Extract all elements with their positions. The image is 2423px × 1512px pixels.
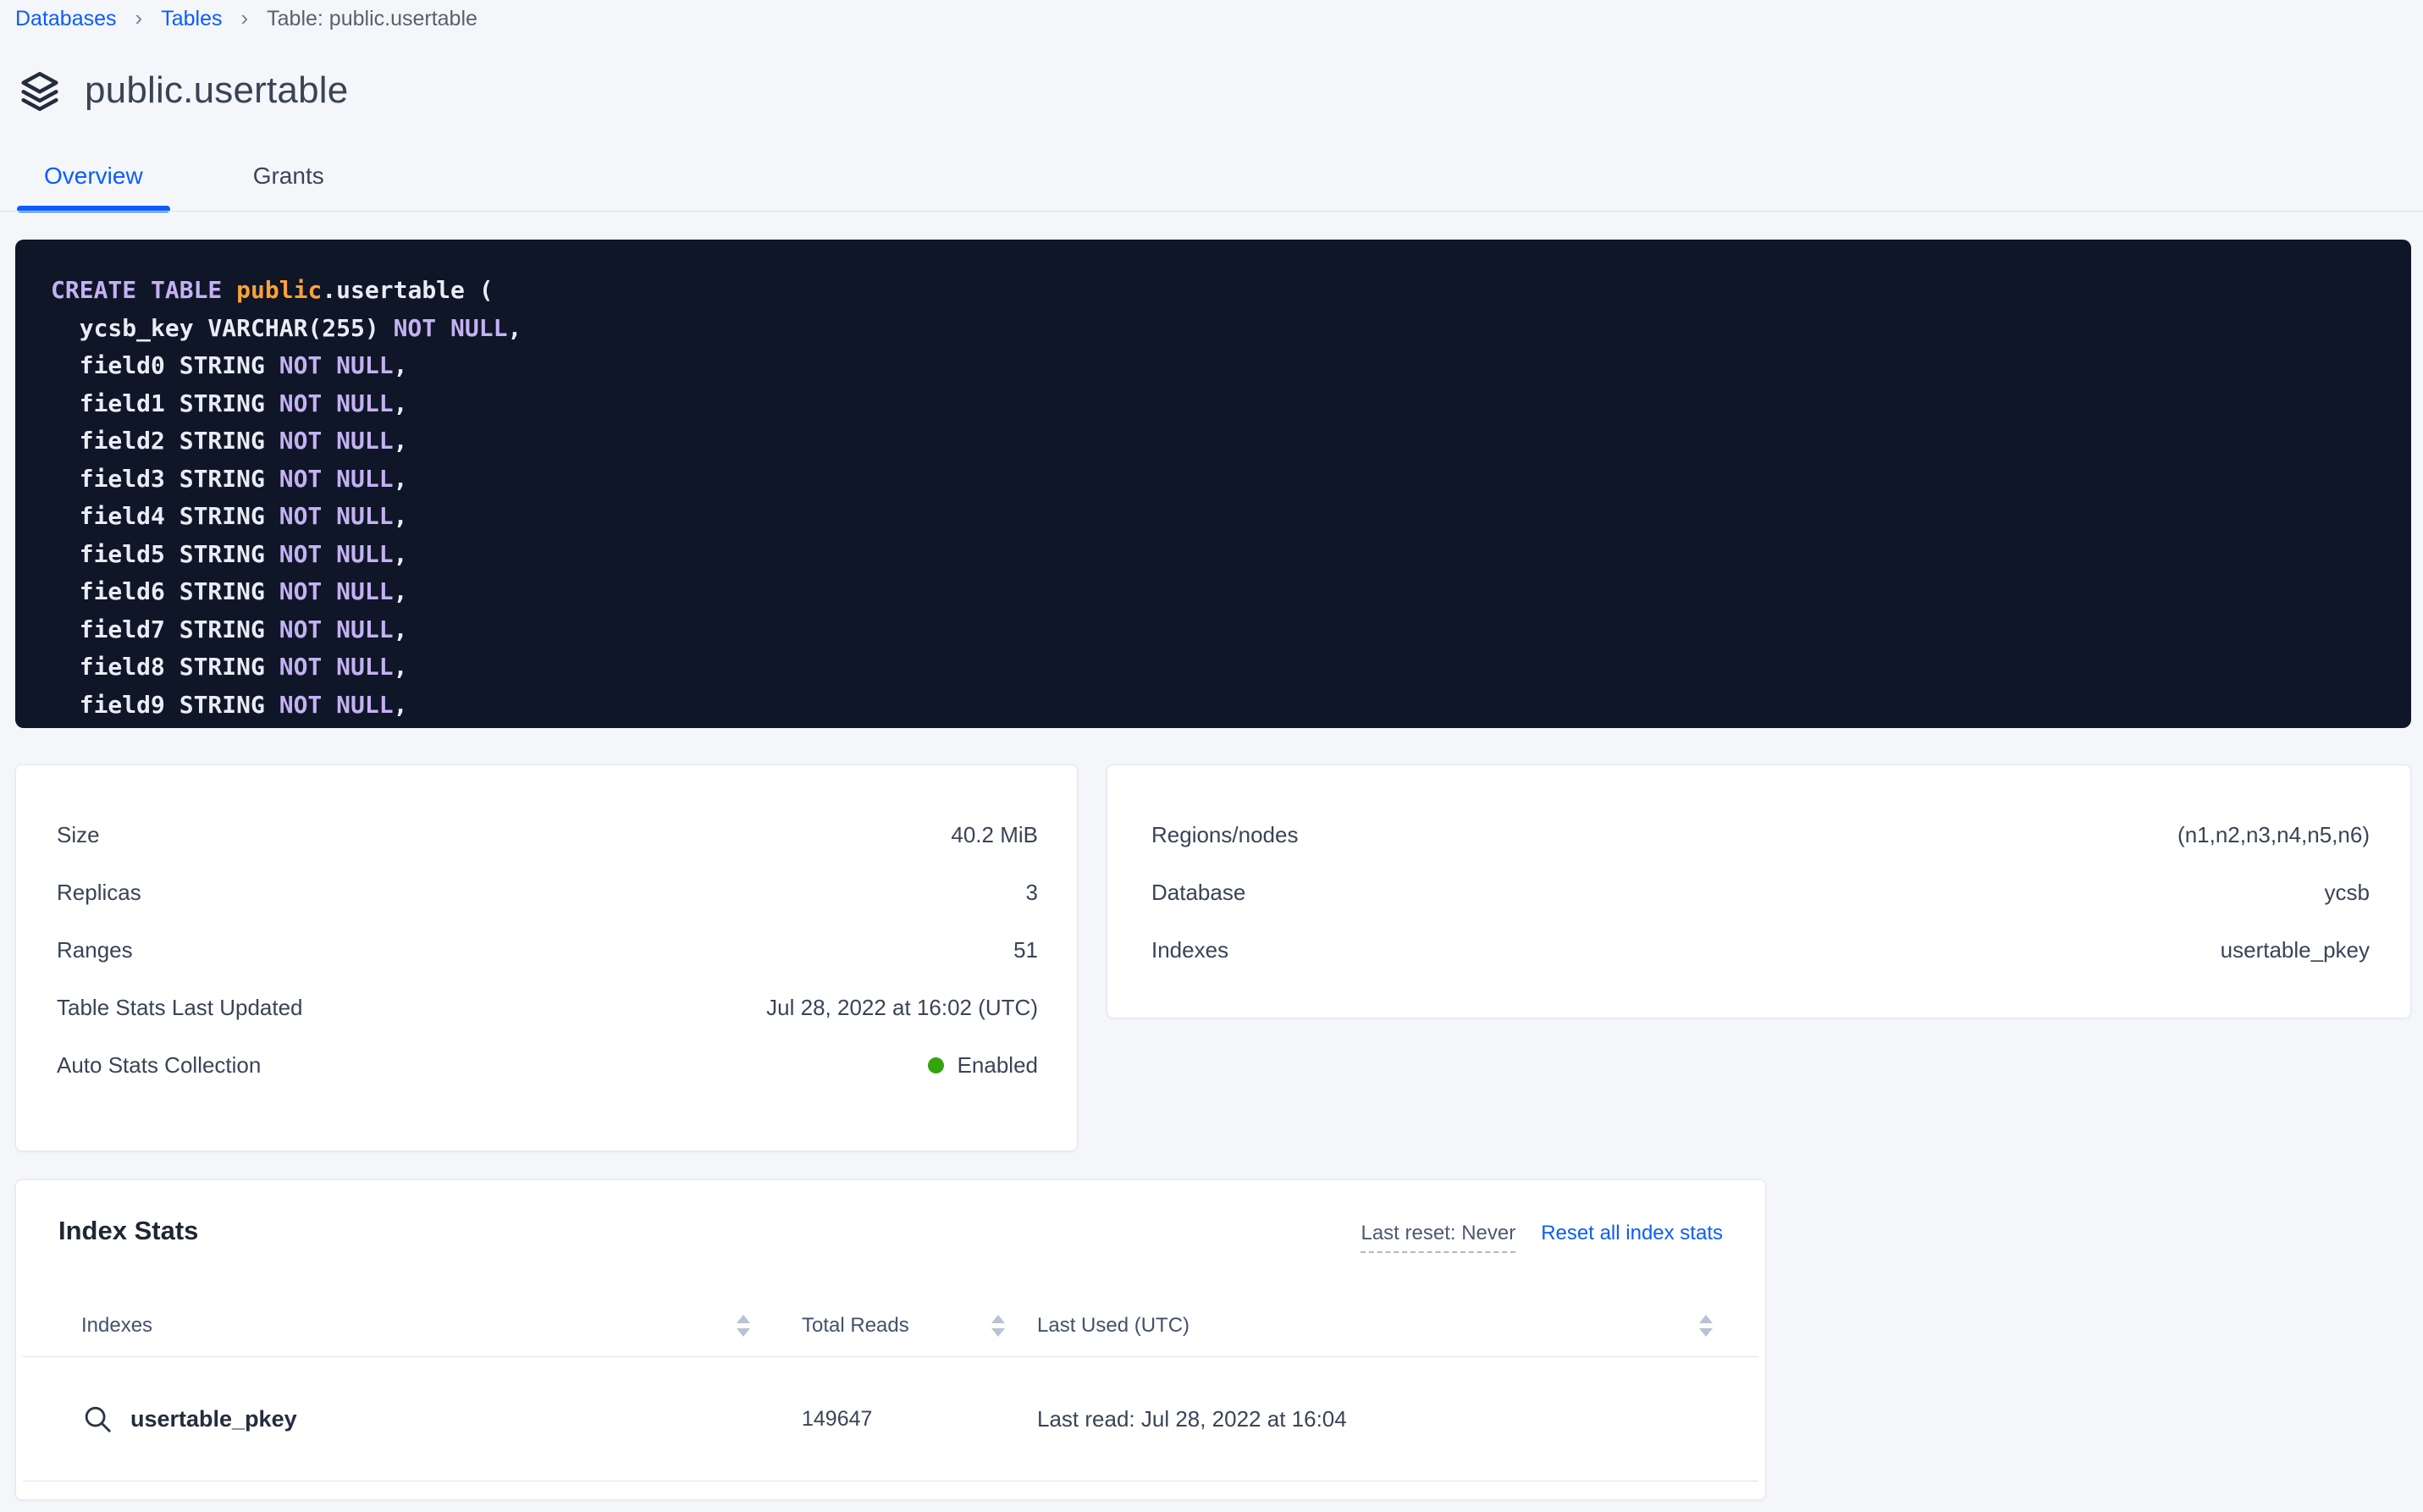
layers-icon — [17, 68, 63, 113]
sql-line: field1 STRING NOT NULL, — [51, 385, 2411, 423]
index-name-link[interactable]: usertable_pkey — [130, 1406, 297, 1432]
sql-line: field5 STRING NOT NULL, — [51, 536, 2411, 574]
sort-icon[interactable] — [737, 1315, 750, 1337]
column-header-indexes[interactable]: Indexes — [81, 1314, 152, 1338]
stat-row-regions: Regions/nodes (n1,n2,n3,n4,n5,n6) — [1151, 806, 2370, 864]
table-details-card: Regions/nodes (n1,n2,n3,n4,n5,n6) Databa… — [1107, 764, 2411, 1018]
sql-line: field2 STRING NOT NULL, — [51, 422, 2411, 461]
chevron-right-icon: › — [135, 7, 143, 29]
index-stats-actions: Last reset: Never Reset all index stats — [1361, 1222, 1723, 1253]
page-title: public.usertable — [85, 69, 348, 112]
stat-label: Table Stats Last Updated — [57, 995, 303, 1021]
sql-line: field7 STRING NOT NULL, — [51, 611, 2411, 649]
sql-line: field9 STRING NOT NULL, — [51, 687, 2411, 725]
stat-label: Auto Stats Collection — [57, 1052, 261, 1079]
stat-value: (n1,n2,n3,n4,n5,n6) — [2177, 822, 2370, 848]
stat-label: Regions/nodes — [1151, 822, 1298, 848]
table-overview-card: Size 40.2 MiB Replicas 3 Ranges 51 Table… — [15, 764, 1078, 1151]
sql-line: field4 STRING NOT NULL, — [51, 498, 2411, 536]
stat-row-indexes: Indexes usertable_pkey — [1151, 921, 2370, 979]
status-text: Enabled — [958, 1052, 1038, 1079]
breadcrumb-databases[interactable]: Databases — [15, 7, 117, 31]
stat-row-database: Database ycsb — [1151, 864, 2370, 921]
sql-line: field8 STRING NOT NULL, — [51, 648, 2411, 687]
column-header-total-reads[interactable]: Total Reads — [802, 1314, 909, 1338]
page-title-row: public.usertable — [17, 68, 348, 113]
sql-line: CREATE TABLE public.usertable ( — [51, 272, 2411, 310]
status-badge: Enabled — [928, 1052, 1038, 1079]
breadcrumb-current: Table: public.usertable — [267, 7, 477, 31]
stat-label: Size — [57, 822, 100, 848]
breadcrumb-tables[interactable]: Tables — [161, 7, 222, 31]
stat-row-size: Size 40.2 MiB — [57, 806, 1038, 864]
stat-label: Ranges — [57, 937, 133, 963]
index-table-row: usertable_pkey 149647 Last read: Jul 28,… — [16, 1357, 1765, 1481]
stat-label: Indexes — [1151, 937, 1228, 963]
total-reads-value: 149647 — [802, 1407, 872, 1432]
stat-value: usertable_pkey — [2221, 937, 2370, 963]
sql-code: CREATE TABLE public.usertable ( ycsb_key… — [51, 272, 2411, 724]
index-stats-card: Index Stats Last reset: Never Reset all … — [15, 1179, 1766, 1500]
stat-row-ranges: Ranges 51 — [57, 921, 1038, 979]
search-icon — [81, 1403, 113, 1435]
stat-value: 40.2 MiB — [951, 822, 1038, 848]
create-table-statement-box: CREATE TABLE public.usertable ( ycsb_key… — [15, 240, 2411, 728]
table-details-page: Databases › Tables › Table: public.usert… — [0, 0, 2423, 1512]
sql-line: ycsb_key VARCHAR(255) NOT NULL, — [51, 310, 2411, 348]
sql-line: field6 STRING NOT NULL, — [51, 573, 2411, 611]
stat-label: Database — [1151, 880, 1245, 906]
reset-index-stats-link[interactable]: Reset all index stats — [1541, 1222, 1723, 1245]
stat-label: Replicas — [57, 880, 141, 906]
chevron-right-icon: › — [240, 7, 248, 29]
sql-line: field3 STRING NOT NULL, — [51, 461, 2411, 499]
table-row-divider — [23, 1481, 1758, 1482]
status-dot-icon — [928, 1057, 944, 1073]
index-stats-header: Index Stats Last reset: Never Reset all … — [16, 1180, 1765, 1253]
index-stats-title: Index Stats — [58, 1216, 198, 1246]
stat-value: Jul 28, 2022 at 16:02 (UTC) — [766, 995, 1038, 1021]
stat-row-replicas: Replicas 3 — [57, 864, 1038, 921]
index-name-cell: usertable_pkey — [81, 1403, 297, 1435]
stat-row-auto-stats: Auto Stats Collection Enabled — [57, 1036, 1038, 1094]
stat-value: 51 — [1013, 937, 1038, 963]
sql-line: field0 STRING NOT NULL, — [51, 347, 2411, 385]
sort-icon[interactable] — [991, 1315, 1005, 1337]
tab-bar: Overview Grants — [17, 163, 351, 211]
tab-overview[interactable]: Overview — [17, 163, 170, 211]
tab-bar-divider — [0, 211, 2423, 212]
sort-icon[interactable] — [1699, 1315, 1713, 1337]
stat-value: ycsb — [2325, 880, 2370, 906]
last-reset-label: Last reset: Never — [1361, 1222, 1515, 1253]
tab-grants[interactable]: Grants — [226, 163, 351, 211]
last-used-value: Last read: Jul 28, 2022 at 16:04 — [1037, 1406, 1347, 1432]
column-header-last-used[interactable]: Last Used (UTC) — [1037, 1314, 1189, 1338]
index-table-header-row: Indexes Total Reads Last Used (UTC) — [16, 1295, 1765, 1356]
stat-row-stats-updated: Table Stats Last Updated Jul 28, 2022 at… — [57, 979, 1038, 1036]
stat-value: 3 — [1026, 880, 1038, 906]
breadcrumb: Databases › Tables › Table: public.usert… — [15, 7, 477, 31]
